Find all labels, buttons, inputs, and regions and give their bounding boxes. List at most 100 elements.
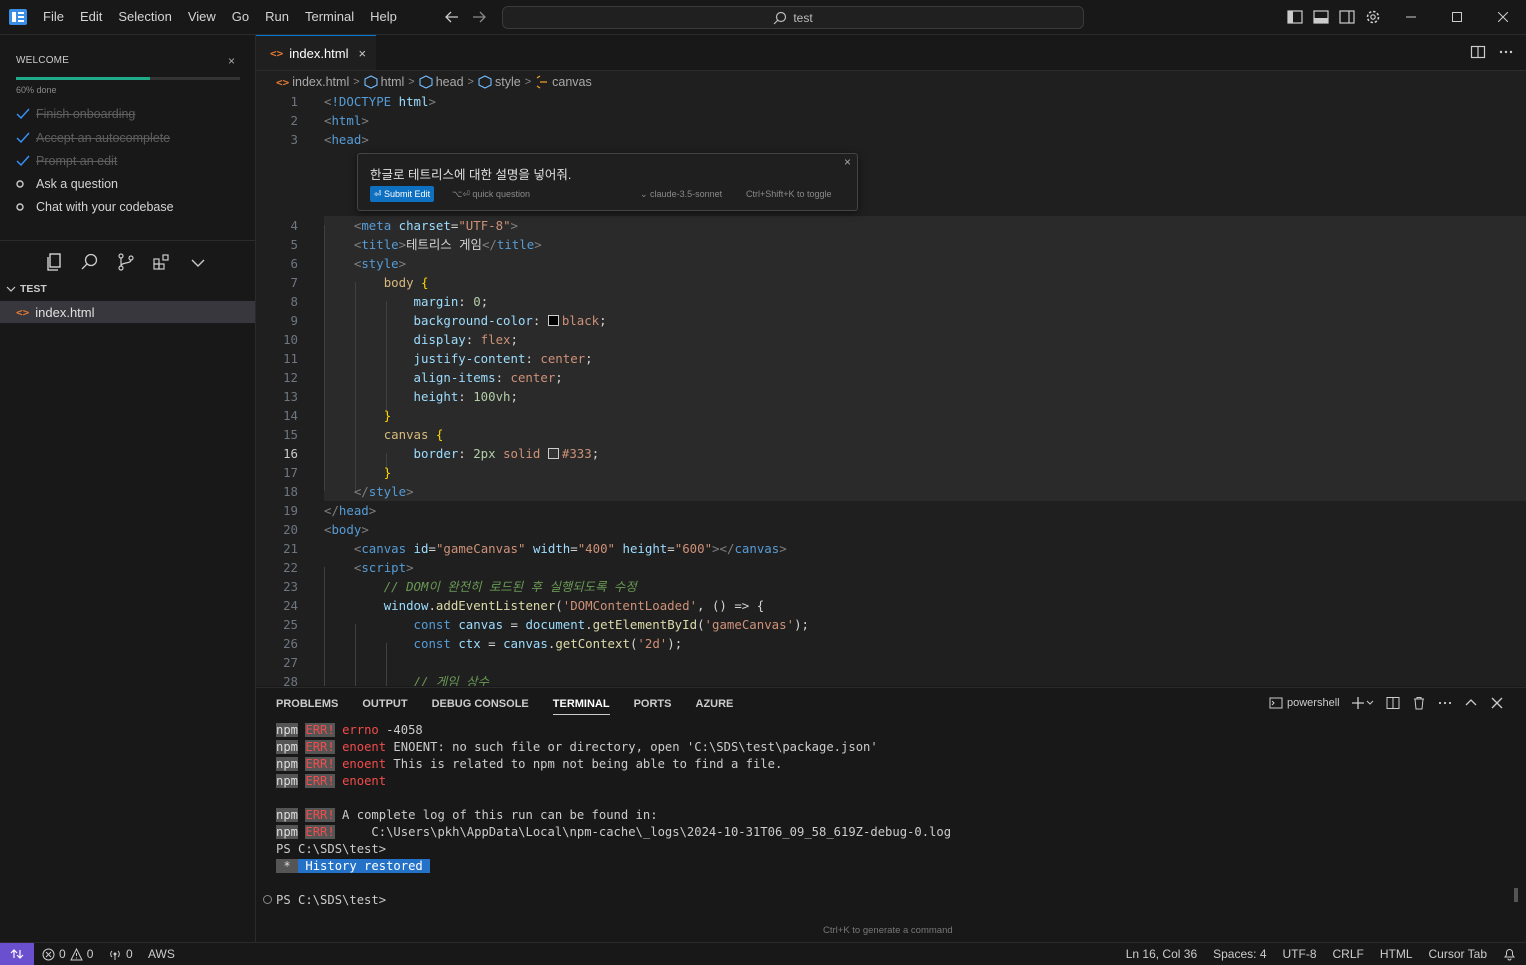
tab-ports[interactable]: PORTS	[634, 698, 672, 715]
shell-name: powershell	[1287, 697, 1340, 709]
menu-terminal[interactable]: Terminal	[297, 0, 362, 34]
line-text: </head>	[324, 503, 377, 518]
welcome-close-icon[interactable]: ×	[228, 54, 235, 68]
maximize-icon[interactable]	[1434, 0, 1480, 34]
tab-terminal[interactable]: TERMINAL	[552, 698, 610, 715]
toggle-panel-icon[interactable]	[1312, 8, 1330, 26]
submit-edit-button[interactable]: ⏎ Submit Edit	[370, 186, 435, 202]
tab-close-icon[interactable]: ×	[359, 46, 367, 61]
toggle-secondary-sidebar-icon[interactable]	[1338, 8, 1356, 26]
back-arrow-icon[interactable]	[444, 9, 460, 25]
search-icon[interactable]	[80, 252, 100, 272]
model-selector[interactable]: ⌄ claude-3.5-sonnet	[640, 189, 722, 200]
language-mode[interactable]: HTML	[1380, 947, 1413, 961]
menu-view[interactable]: View	[180, 0, 224, 34]
gear-icon[interactable]	[1364, 8, 1382, 26]
more-actions-icon[interactable]	[1438, 696, 1452, 710]
editor-tab-bar: <> index.html ×	[256, 35, 1526, 71]
menu-go[interactable]: Go	[224, 0, 257, 34]
color-swatch[interactable]	[547, 448, 559, 459]
menu-file[interactable]: File	[35, 0, 72, 34]
tab-output[interactable]: OUTPUT	[362, 698, 407, 715]
remote-indicator-icon[interactable]	[0, 943, 34, 965]
line-text: window.addEventListener('DOMContentLoade…	[383, 598, 765, 613]
prompt-close-icon[interactable]: ×	[844, 155, 851, 169]
chevron-down-icon[interactable]	[188, 252, 208, 272]
command-decoration-icon[interactable]	[263, 895, 272, 904]
maximize-panel-icon[interactable]	[1464, 696, 1478, 710]
tab-problems[interactable]: PROBLEMS	[276, 698, 338, 715]
menu-run[interactable]: Run	[257, 0, 297, 34]
indentation[interactable]: Spaces: 4	[1213, 947, 1266, 961]
ports-status[interactable]: 0	[108, 943, 133, 965]
prompt-input[interactable]: 한글로 테트리스에 대한 설명을 넣어줘.	[370, 164, 571, 183]
aws-status[interactable]: AWS	[148, 943, 175, 965]
color-swatch[interactable]	[547, 315, 559, 326]
new-terminal-icon[interactable]	[1351, 696, 1374, 710]
source-control-icon[interactable]	[116, 252, 136, 272]
breadcrumb-file[interactable]: <> index.html	[276, 75, 349, 89]
code-line: 3 <head>	[256, 130, 1526, 149]
more-actions-icon[interactable]	[1498, 44, 1514, 60]
breadcrumb-style[interactable]: style	[478, 75, 521, 89]
explorer-icon[interactable]	[44, 252, 64, 272]
close-panel-icon[interactable]	[1490, 696, 1504, 710]
explorer-folder-header[interactable]: TEST	[6, 283, 47, 295]
toggle-hint: Ctrl+Shift+K to toggle	[746, 189, 832, 199]
menu-selection[interactable]: Selection	[110, 0, 179, 34]
task-item[interactable]: Ask a question	[16, 175, 118, 193]
split-terminal-icon[interactable]	[1386, 696, 1400, 710]
terminal-scrollbar[interactable]	[1514, 888, 1518, 902]
cursor-position[interactable]: Ln 16, Col 36	[1126, 947, 1197, 961]
code-line: 10 display: flex;	[256, 330, 1526, 349]
command-center-search[interactable]: test	[502, 6, 1084, 29]
welcome-title: WELCOME	[16, 55, 70, 66]
line-number: 22	[283, 560, 298, 575]
terminal-hint: Ctrl+K to generate a command	[823, 925, 953, 936]
menu-edit[interactable]: Edit	[72, 0, 110, 34]
tab-azure[interactable]: AZURE	[696, 698, 734, 715]
breadcrumb-label: html	[380, 75, 405, 89]
task-item[interactable]: Prompt an edit	[16, 152, 117, 170]
line-text: <script>	[353, 560, 414, 575]
app-logo-icon[interactable]	[9, 9, 27, 25]
file-item-index-html[interactable]: <> index.html	[0, 301, 255, 323]
minimize-icon[interactable]	[1388, 0, 1434, 34]
task-item[interactable]: Accept an autocomplete	[16, 129, 170, 147]
breadcrumb-head[interactable]: head	[419, 75, 464, 89]
line-number: 11	[283, 351, 298, 366]
terminal-shell-selector[interactable]: powershell	[1269, 696, 1340, 710]
extensions-icon[interactable]	[152, 252, 172, 272]
line-text: }	[383, 465, 392, 480]
forward-arrow-icon[interactable]	[471, 9, 487, 25]
split-editor-icon[interactable]	[1470, 44, 1486, 60]
encoding[interactable]: UTF-8	[1283, 947, 1317, 961]
inline-edit-prompt[interactable]: 한글로 테트리스에 대한 설명을 넣어줘. × ⏎ Submit Edit ⌥⏎…	[357, 153, 858, 211]
toggle-sidebar-icon[interactable]	[1286, 8, 1304, 26]
code-line: 1 <!DOCTYPE html>	[256, 92, 1526, 111]
tab-debug-console[interactable]: DEBUG CONSOLE	[432, 698, 529, 715]
task-item[interactable]: Finish onboarding	[16, 105, 135, 123]
title-bar: File Edit Selection View Go Run Terminal…	[0, 0, 1526, 35]
code-line: 21 <canvas id="gameCanvas" width="400" h…	[256, 539, 1526, 558]
trash-icon[interactable]	[1412, 696, 1426, 710]
breadcrumb-html[interactable]: html	[364, 75, 405, 89]
line-number: 7	[290, 275, 298, 290]
terminal-line: npm ERR! C:\Users\pkh\AppData\Local\npm-…	[276, 825, 952, 839]
bell-icon[interactable]	[1503, 947, 1516, 961]
task-label: Accept an autocomplete	[36, 131, 171, 145]
line-ending[interactable]: CRLF	[1333, 947, 1364, 961]
close-window-icon[interactable]	[1480, 0, 1526, 34]
task-item[interactable]: Chat with your codebase	[16, 198, 174, 216]
tab-index-html[interactable]: <> index.html ×	[256, 35, 376, 70]
line-text: background-color: black;	[413, 313, 607, 328]
line-text: <meta charset="UTF-8">	[353, 218, 518, 233]
cursor-tab-status[interactable]: Cursor Tab	[1429, 947, 1487, 961]
problems-status[interactable]: 0 0	[42, 943, 93, 965]
quick-question-button[interactable]: ⌥⏎ quick question	[452, 189, 530, 200]
code-line: 24 window.addEventListener('DOMContentLo…	[256, 596, 1526, 615]
quick-question-label: quick question	[472, 189, 530, 199]
task-label: Finish onboarding	[36, 107, 136, 121]
breadcrumb-canvas[interactable]: canvas	[535, 75, 592, 89]
menu-help[interactable]: Help	[362, 0, 405, 34]
